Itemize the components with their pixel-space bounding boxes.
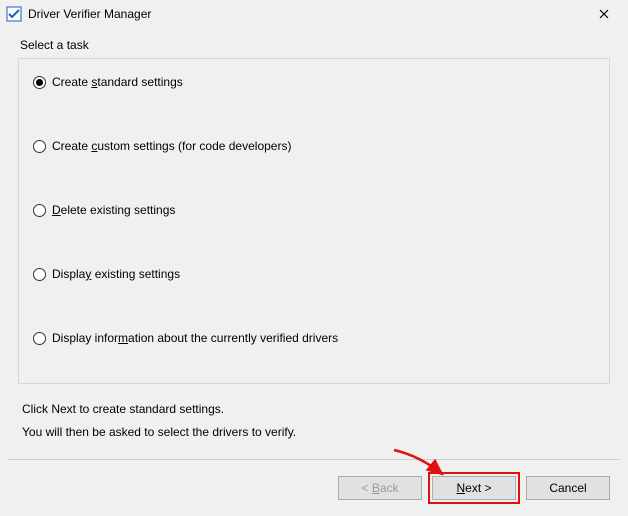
radio-label: Create standard settings [52,75,183,89]
app-icon [6,6,22,22]
hint-line-2: You will then be asked to select the dri… [22,421,610,444]
radio-indicator [33,204,46,217]
radio-delete-existing[interactable]: Delete existing settings [33,203,595,217]
radio-create-custom[interactable]: Create custom settings (for code develop… [33,139,595,153]
close-button[interactable] [584,2,624,26]
annotation-arrow-icon [390,446,450,480]
radio-indicator [33,76,46,89]
window-title: Driver Verifier Manager [28,7,584,21]
cancel-button[interactable]: Cancel [526,476,610,500]
radio-indicator [33,140,46,153]
separator [8,459,620,460]
task-groupbox: Create standard settings Create custom s… [18,58,610,384]
hint-text: Click Next to create standard settings. … [22,398,610,444]
content-area: Select a task Create standard settings C… [0,28,628,444]
next-button[interactable]: Next > [432,476,516,500]
radio-display-existing[interactable]: Display existing settings [33,267,595,281]
radio-label: Create custom settings (for code develop… [52,139,291,153]
radio-label: Display existing settings [52,267,180,281]
radio-indicator [33,268,46,281]
titlebar: Driver Verifier Manager [0,0,628,28]
back-button: < Back [338,476,422,500]
radio-label: Display information about the currently … [52,331,338,345]
group-label: Select a task [20,38,610,52]
wizard-buttons: < Back Next > Cancel [338,476,610,500]
radio-create-standard[interactable]: Create standard settings [33,75,595,89]
radio-display-info[interactable]: Display information about the currently … [33,331,595,345]
radio-label: Delete existing settings [52,203,175,217]
radio-indicator [33,332,46,345]
hint-line-1: Click Next to create standard settings. [22,398,610,421]
